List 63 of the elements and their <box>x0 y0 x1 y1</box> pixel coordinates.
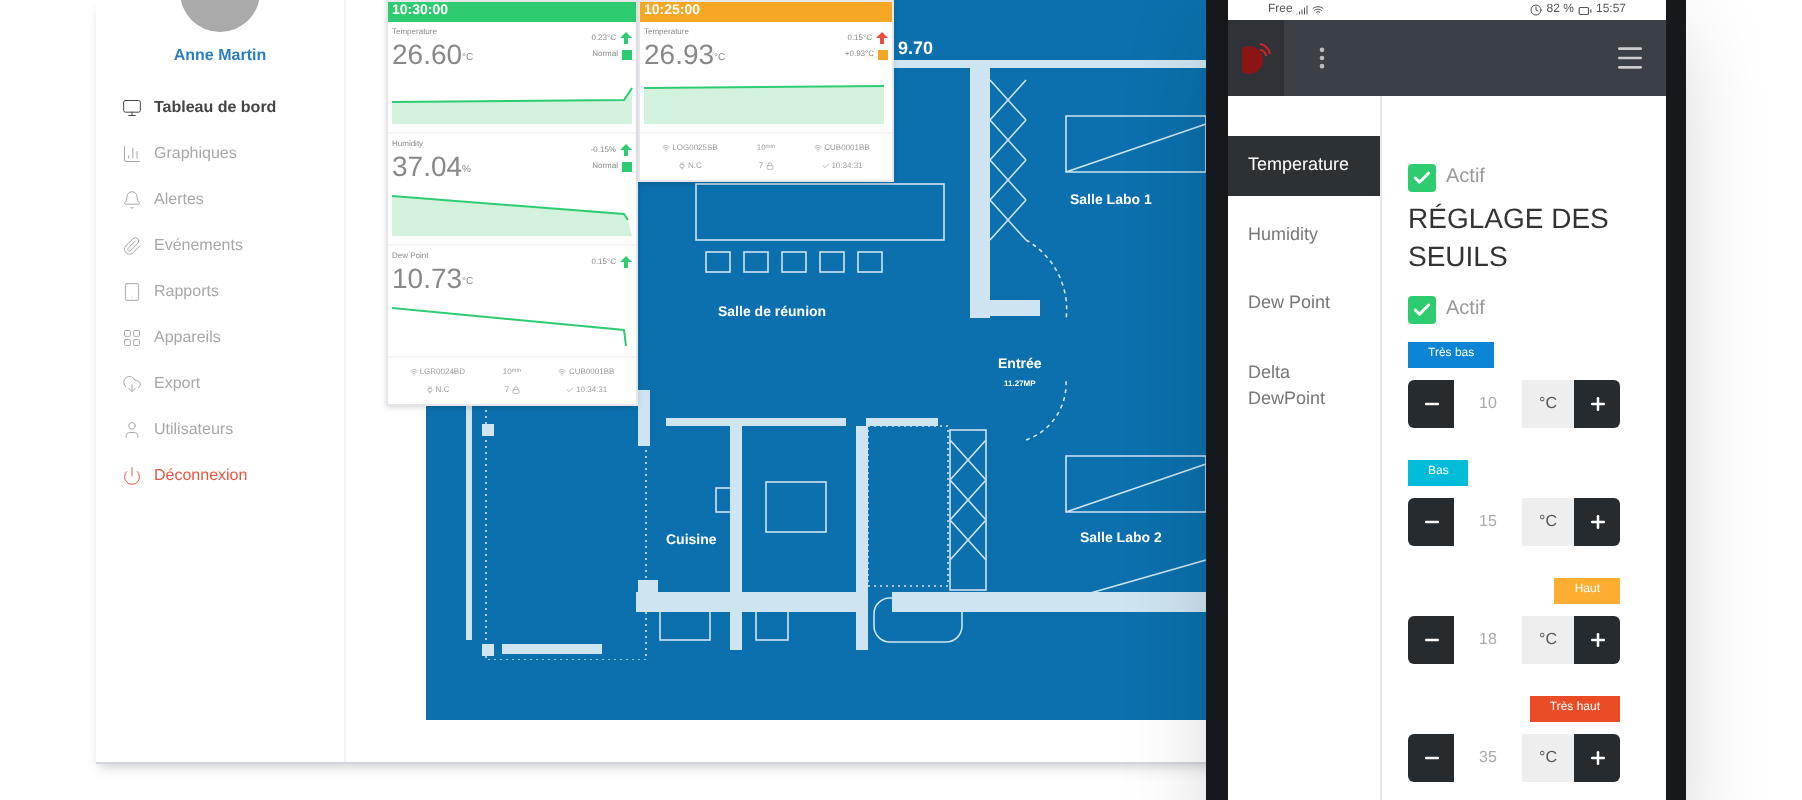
signal-icon <box>662 144 671 152</box>
plus-icon <box>1587 394 1607 414</box>
unit-label: °C <box>1522 616 1574 664</box>
lock-icon <box>765 162 774 170</box>
checkbox[interactable] <box>1408 295 1436 323</box>
nav-item[interactable]: Export <box>122 370 344 398</box>
check-icon <box>821 162 830 170</box>
nav-item[interactable]: Alertes <box>122 186 344 214</box>
increase-button[interactable] <box>1574 616 1620 664</box>
nav-item[interactable]: Appareils <box>122 324 344 352</box>
decrease-button[interactable] <box>1408 498 1454 546</box>
unit-label: °C <box>1522 734 1574 782</box>
decrease-button[interactable] <box>1408 616 1454 664</box>
paperclip-icon <box>122 236 142 256</box>
wifi-icon <box>1312 4 1325 16</box>
lock-icon <box>511 386 520 394</box>
logo-icon <box>1238 40 1274 76</box>
decrease-button[interactable] <box>1408 734 1454 782</box>
increase-button[interactable] <box>1574 498 1620 546</box>
signal-icon <box>558 368 567 376</box>
menu-tab[interactable]: Temperature <box>1228 136 1380 195</box>
grid-icon <box>122 328 142 348</box>
menu-tab[interactable]: Humidity <box>1228 205 1380 264</box>
battery-icon <box>1577 3 1592 17</box>
unit-label: °C <box>1522 380 1574 428</box>
plug-icon <box>678 162 687 170</box>
bar-chart-icon <box>122 144 142 164</box>
section-title: RÉGLAGE DES SEUILS <box>1408 200 1611 276</box>
cloud-download-icon <box>122 374 142 394</box>
signal-icon <box>814 144 823 152</box>
check-icon <box>1412 299 1432 319</box>
nav-item[interactable]: Rapports <box>122 278 344 306</box>
nav-item[interactable]: Tableau de bord <box>122 94 344 122</box>
alarm-icon <box>1530 4 1543 16</box>
menu-tab[interactable]: Dew Point <box>1228 274 1380 333</box>
nav-item[interactable]: Graphiques <box>122 140 344 168</box>
plus-icon <box>1587 512 1607 532</box>
nav-item[interactable]: Utilisateurs <box>122 416 344 444</box>
checkbox-label: Actif <box>1446 296 1485 324</box>
nav-item[interactable]: Evénements <box>122 232 344 260</box>
bell-icon <box>122 190 142 210</box>
plus-icon <box>1587 630 1607 650</box>
signal-icon <box>409 368 418 376</box>
checkbox[interactable] <box>1408 163 1436 191</box>
checkbox-label: Actif <box>1446 164 1485 192</box>
increase-button[interactable] <box>1574 380 1620 428</box>
user-icon <box>122 420 142 440</box>
menu-icon[interactable] <box>1614 42 1646 74</box>
unit-label: °C <box>1522 498 1574 546</box>
signal-icon <box>1296 4 1309 16</box>
plug-icon <box>425 386 434 394</box>
check-icon <box>566 386 575 394</box>
nav-item[interactable]: Déconnexion <box>122 462 344 490</box>
decrease-button[interactable] <box>1408 380 1454 428</box>
user-name[interactable]: Anne Martin <box>173 44 267 68</box>
increase-button[interactable] <box>1574 734 1620 782</box>
room-label: 9.70 <box>898 36 934 62</box>
check-icon <box>1412 167 1432 187</box>
menu-tab[interactable]: Delta DewPoint <box>1228 343 1380 429</box>
plus-icon <box>1587 748 1607 768</box>
tablet-icon <box>122 282 142 302</box>
monitor-icon <box>122 98 142 118</box>
power-icon <box>122 466 142 486</box>
